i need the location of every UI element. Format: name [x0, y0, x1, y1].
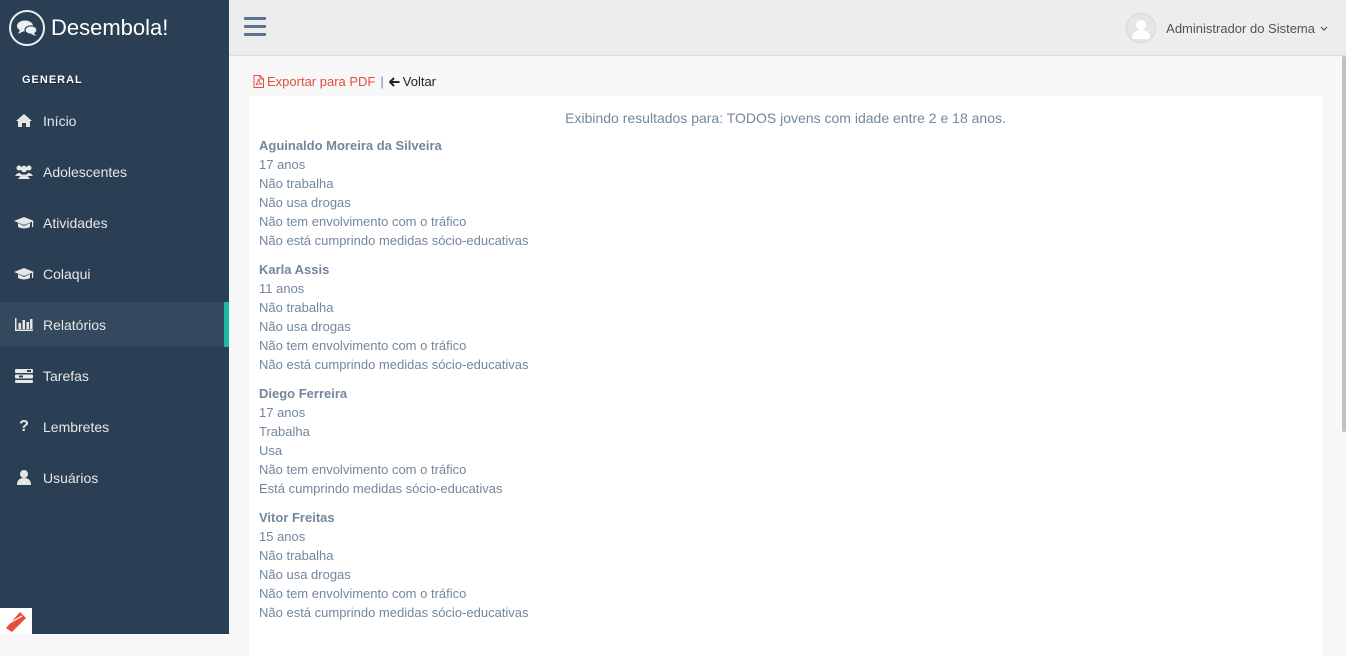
bar-chart-icon — [13, 316, 35, 334]
graduation-cap-icon — [13, 214, 35, 232]
person-drugs: Não usa drogas — [259, 567, 351, 582]
sidebar-item-label: Relatórios — [43, 316, 107, 333]
person-traffic: Não tem envolvimento com o tráfico — [259, 586, 467, 601]
sidebar-item-inicio[interactable]: Início — [0, 98, 229, 143]
person-record: Vitor Freitas 15 anos Não trabalha Não u… — [259, 508, 1312, 622]
person-name: Diego Ferreira — [259, 386, 348, 401]
back-link[interactable]: Voltar — [388, 74, 437, 89]
sidebar-item-label: Início — [43, 112, 77, 129]
person-work: Não trabalha — [259, 548, 334, 563]
sidebar-item-adolescentes[interactable]: Adolescentes — [0, 149, 229, 194]
separator: | — [380, 74, 384, 89]
app-title: Desembola! — [51, 15, 169, 40]
top-navbar: Administrador do Sistema — [229, 0, 1346, 56]
export-pdf-link[interactable]: Exportar para PDF — [253, 74, 375, 89]
tasks-icon — [13, 367, 35, 385]
person-name: Vitor Freitas — [259, 510, 335, 525]
person-measures: Está cumprindo medidas sócio-educativas — [259, 481, 503, 496]
person-traffic: Não tem envolvimento com o tráfico — [259, 214, 467, 229]
sidebar-section-title: GENERAL — [22, 74, 83, 86]
avatar — [1126, 13, 1157, 43]
person-age: 11 anos — [259, 281, 305, 296]
person-drugs: Usa — [259, 443, 283, 458]
sidebar-item-lembretes[interactable]: ? Lembretes — [0, 404, 229, 449]
sidebar-item-label: Tarefas — [43, 367, 89, 384]
user-icon — [13, 469, 35, 487]
user-menu[interactable]: Administrador do Sistema — [1126, 13, 1328, 43]
person-name: Aguinaldo Moreira da Silveira — [259, 138, 442, 153]
sidebar-item-atividades[interactable]: Atividades — [0, 200, 229, 245]
person-name: Karla Assis — [259, 262, 330, 277]
sidebar-item-label: Lembretes — [43, 418, 110, 435]
sidebar-item-label: Adolescentes — [43, 163, 128, 180]
person-measures: Não está cumprindo medidas sócio-educati… — [259, 233, 529, 248]
chat-bubbles-icon — [9, 10, 45, 46]
person-measures: Não está cumprindo medidas sócio-educati… — [259, 357, 529, 372]
arrow-left-icon — [388, 76, 400, 87]
scrollbar[interactable] — [1342, 56, 1346, 432]
sidebar-item-label: Atividades — [43, 214, 108, 231]
back-label: Voltar — [402, 74, 437, 89]
sidebar-item-colaqui[interactable]: Colaqui — [0, 251, 229, 296]
person-age: 17 anos — [259, 405, 306, 420]
person-measures: Não está cumprindo medidas sócio-educati… — [259, 605, 529, 620]
report-header: Exibindo resultados para: TODOS jovens c… — [565, 110, 1006, 126]
graduation-cap-icon — [13, 265, 35, 283]
person-work: Não trabalha — [259, 176, 334, 191]
brand[interactable]: Desembola! — [0, 0, 229, 56]
person-traffic: Não tem envolvimento com o tráfico — [259, 338, 467, 353]
person-work: Trabalha — [259, 424, 310, 439]
person-age: 17 anos — [259, 157, 306, 172]
sidebar-item-label: Colaqui — [43, 265, 91, 282]
person-traffic: Não tem envolvimento com o tráfico — [259, 462, 467, 477]
sidebar-item-label: Usuários — [43, 469, 99, 486]
person-drugs: Não usa drogas — [259, 195, 351, 210]
sidebar-item-usuarios[interactable]: Usuários — [0, 455, 229, 500]
users-icon — [13, 163, 35, 181]
main-content: Exportar para PDF | Voltar Exibindo resu… — [229, 56, 1346, 656]
menu-toggle-icon[interactable] — [244, 17, 266, 37]
person-drugs: Não usa drogas — [259, 319, 351, 334]
export-pdf-label: Exportar para PDF — [267, 74, 376, 89]
sidebar: Desembola! GENERAL Início Adolescentes A… — [0, 0, 229, 634]
person-record: Aguinaldo Moreira da Silveira 17 anos Nã… — [259, 136, 1312, 250]
home-icon — [13, 112, 35, 130]
question-icon: ? — [19, 417, 29, 435]
sidebar-item-tarefas[interactable]: Tarefas — [0, 353, 229, 398]
report-panel: Exibindo resultados para: TODOS jovens c… — [249, 96, 1322, 656]
sidebar-item-relatorios[interactable]: Relatórios — [0, 302, 229, 347]
corner-app-icon[interactable] — [0, 608, 32, 634]
person-record: Diego Ferreira 17 anos Trabalha Usa Não … — [259, 384, 1312, 498]
user-name: Administrador do Sistema — [1166, 20, 1315, 36]
report-actions: Exportar para PDF | Voltar — [253, 74, 436, 89]
person-work: Não trabalha — [259, 300, 334, 315]
file-pdf-icon — [253, 75, 264, 88]
person-record: Karla Assis 11 anos Não trabalha Não usa… — [259, 260, 1312, 374]
chevron-down-icon — [1320, 19, 1328, 37]
person-age: 15 anos — [259, 529, 306, 544]
